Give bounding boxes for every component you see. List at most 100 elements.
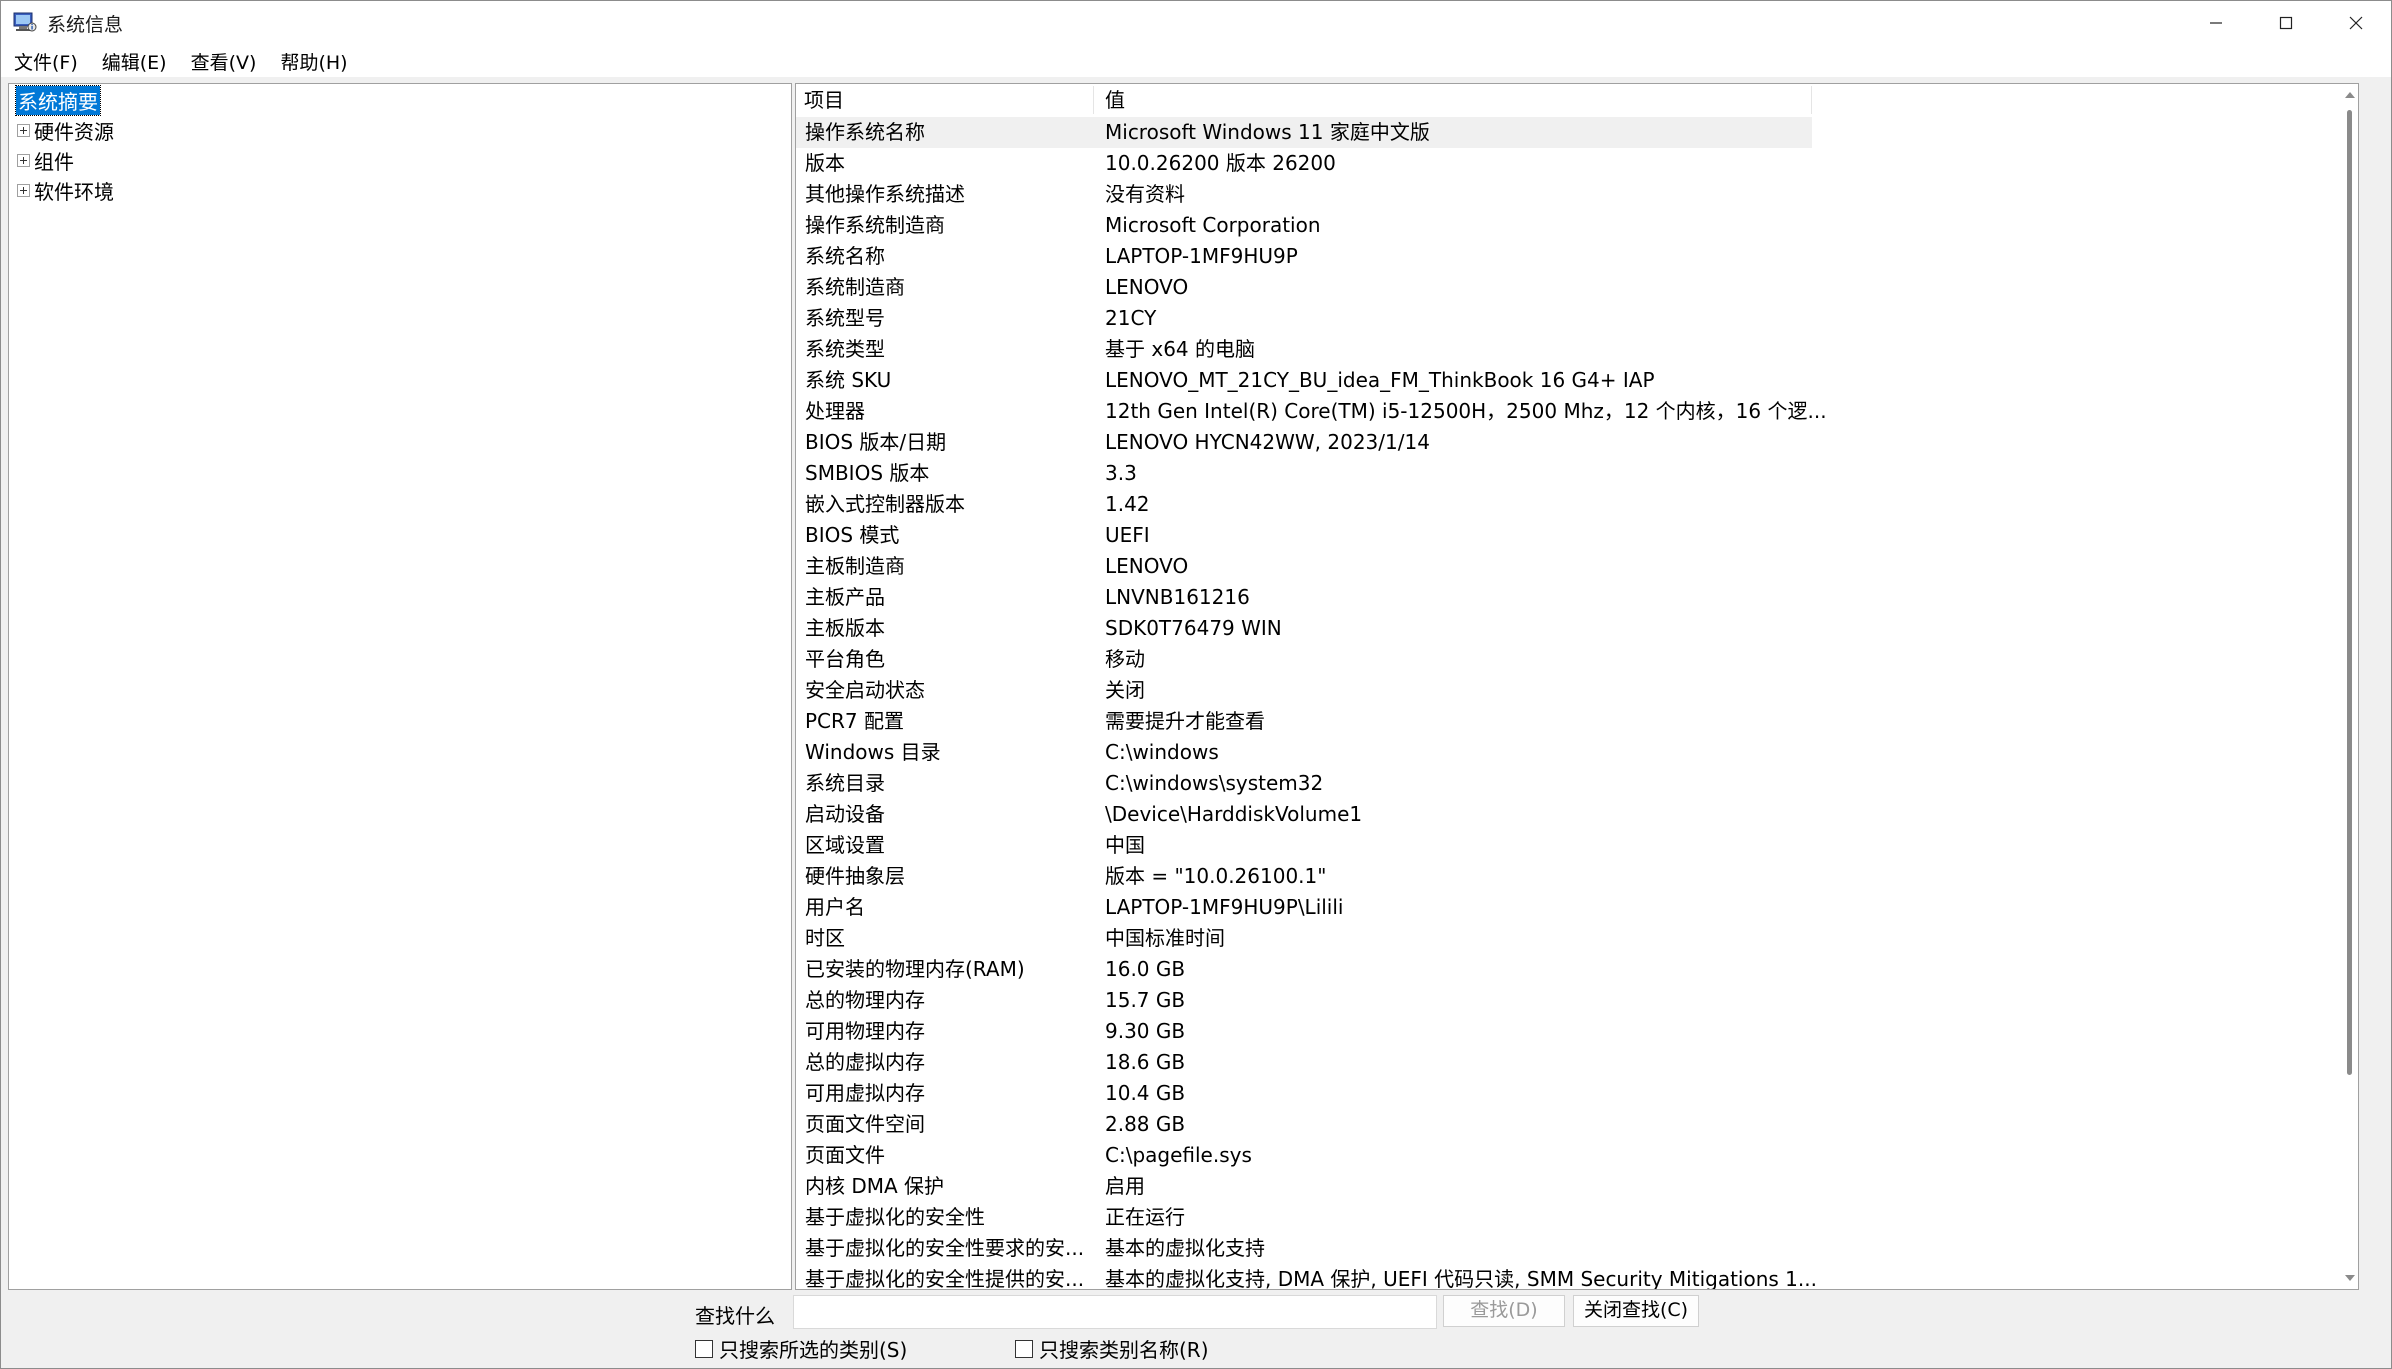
table-row[interactable]: 系统制造商 LENOVO — [796, 272, 2336, 303]
table-row[interactable]: 启动设备 \Device\HarddiskVolume1 — [796, 799, 2336, 830]
row-item-cell: 系统名称 — [805, 244, 885, 268]
expand-icon[interactable] — [17, 153, 30, 167]
table-row[interactable]: 操作系统制造商 Microsoft Corporation — [796, 210, 2336, 241]
menu-bar: 文件(F) 编辑(E) 查看(V) 帮助(H) — [1, 45, 2391, 77]
search-category-names-checkbox[interactable]: 只搜索类别名称(R) — [1015, 1334, 1209, 1363]
vertical-scrollbar[interactable] — [2341, 84, 2358, 1289]
scroll-up-icon[interactable] — [2345, 92, 2355, 98]
tree-item-system-summary[interactable]: 系统摘要 — [9, 84, 101, 116]
close-find-button[interactable]: 关闭查找(C) — [1573, 1295, 1699, 1327]
row-value-cell: C:\pagefile.sys — [1105, 1143, 1252, 1167]
column-header-item[interactable]: 项目 — [796, 84, 844, 116]
table-row[interactable]: 系统 SKU LENOVO_MT_21CY_BU_idea_FM_ThinkBoo… — [796, 365, 2336, 396]
find-button[interactable]: 查找(D) — [1443, 1295, 1565, 1327]
table-row[interactable]: 区域设置 中国 — [796, 830, 2336, 861]
row-value-cell: LNVNB161216 — [1105, 585, 1250, 609]
tree-item-software-environment[interactable]: 软件环境 — [9, 176, 114, 204]
checkbox-box[interactable] — [1015, 1339, 1033, 1358]
close-button[interactable] — [2321, 1, 2391, 45]
row-item-cell: 主板产品 — [805, 585, 885, 609]
row-item-cell: 页面文件空间 — [805, 1112, 925, 1136]
table-row[interactable]: 版本 10.0.26200 版本 26200 — [796, 148, 2336, 179]
row-value-cell: 中国 — [1105, 833, 1145, 857]
find-what-label: 查找什么 — [695, 1304, 775, 1328]
table-row[interactable]: 安全启动状态 关闭 — [796, 675, 2336, 706]
table-row[interactable]: 页面文件 C:\pagefile.sys — [796, 1140, 2336, 1171]
menu-file[interactable]: 文件(F) — [1, 45, 89, 77]
scroll-down-icon[interactable] — [2345, 1275, 2355, 1281]
list-header: 项目 值 — [796, 84, 1812, 116]
table-row[interactable]: PCR7 配置 需要提升才能查看 — [796, 706, 2336, 737]
row-item-cell: BIOS 模式 — [805, 523, 900, 547]
row-value-cell: 10.0.26200 版本 26200 — [1105, 151, 1336, 175]
table-row[interactable]: 系统名称 LAPTOP-1MF9HU9P — [796, 241, 2336, 272]
row-item-cell: 可用虚拟内存 — [805, 1081, 925, 1105]
row-value-cell: LENOVO_MT_21CY_BU_idea_FM_ThinkBook 16 G… — [1105, 368, 1655, 392]
table-row[interactable]: 平台角色 移动 — [796, 644, 2336, 675]
table-row[interactable]: BIOS 版本/日期 LENOVO HYCN42WW, 2023/1/14 — [796, 427, 2336, 458]
column-divider[interactable] — [1811, 86, 1812, 114]
table-row[interactable]: 可用物理内存 9.30 GB — [796, 1016, 2336, 1047]
expand-icon[interactable] — [17, 183, 30, 197]
row-item-cell: 主板版本 — [805, 616, 885, 640]
maximize-icon — [2279, 16, 2293, 30]
table-row[interactable]: 页面文件空间 2.88 GB — [796, 1109, 2336, 1140]
table-row[interactable]: 基于虚拟化的安全性 正在运行 — [796, 1202, 2336, 1233]
menu-view[interactable]: 查看(V) — [178, 45, 268, 77]
table-row[interactable]: 内核 DMA 保护 启用 — [796, 1171, 2336, 1202]
scrollbar-thumb[interactable] — [2347, 110, 2352, 1075]
row-item-cell: 已安装的物理内存(RAM) — [805, 957, 1025, 981]
tree-item-hardware-resources[interactable]: 硬件资源 — [9, 116, 114, 144]
details-list: 项目 值 操作系统名称 Microsoft Windows 11 家庭中文版 版本 1… — [795, 83, 2359, 1290]
table-row[interactable]: 处理器 12th Gen Intel(R) Core(TM) i5-12500H，… — [796, 396, 2336, 427]
minimize-button[interactable] — [2181, 1, 2251, 45]
table-row[interactable]: 操作系统名称 Microsoft Windows 11 家庭中文版 — [796, 117, 1812, 148]
row-value-cell: Microsoft Windows 11 家庭中文版 — [1105, 120, 1430, 144]
checkbox-box[interactable] — [695, 1339, 713, 1358]
row-item-cell: 平台角色 — [805, 647, 885, 671]
row-value-cell: LENOVO HYCN42WW, 2023/1/14 — [1105, 430, 1430, 454]
row-value-cell: 21CY — [1105, 306, 1157, 330]
table-row[interactable]: 基于虚拟化的安全性提供的安... 基本的虚拟化支持, DMA 保护, UEFI 代… — [796, 1264, 2336, 1289]
row-value-cell: 15.7 GB — [1105, 988, 1186, 1012]
tree-item-label: 软件环境 — [34, 179, 114, 204]
table-row[interactable]: SMBIOS 版本 3.3 — [796, 458, 2336, 489]
table-row[interactable]: 主板产品 LNVNB161216 — [796, 582, 2336, 613]
search-selected-category-checkbox[interactable]: 只搜索所选的类别(S) — [695, 1334, 907, 1363]
table-row[interactable]: 硬件抽象层 版本 = "10.0.26100.1" — [796, 861, 2336, 892]
column-header-value[interactable]: 值 — [1097, 84, 1125, 116]
row-value-cell: SDK0T76479 WIN — [1105, 616, 1282, 640]
row-value-cell: 3.3 — [1105, 461, 1137, 485]
column-divider[interactable] — [1093, 86, 1094, 114]
row-value-cell: 1.42 — [1105, 492, 1150, 516]
row-item-cell: 可用物理内存 — [805, 1019, 925, 1043]
table-row[interactable]: 主板版本 SDK0T76479 WIN — [796, 613, 2336, 644]
table-row[interactable]: 系统型号 21CY — [796, 303, 2336, 334]
category-tree: 系统摘要 硬件资源 组件 软件环境 — [8, 83, 792, 1290]
row-value-cell: 需要提升才能查看 — [1105, 709, 1265, 733]
row-value-cell: LENOVO — [1105, 554, 1189, 578]
table-row[interactable]: 总的物理内存 15.7 GB — [796, 985, 2336, 1016]
expand-icon[interactable] — [17, 123, 30, 137]
maximize-button[interactable] — [2251, 1, 2321, 45]
row-item-cell: 操作系统制造商 — [805, 213, 945, 237]
table-row[interactable]: 基于虚拟化的安全性要求的安... 基本的虚拟化支持 — [796, 1233, 2336, 1264]
menu-help[interactable]: 帮助(H) — [267, 45, 358, 77]
table-row[interactable]: 其他操作系统描述 没有资料 — [796, 179, 2336, 210]
table-row[interactable]: 已安装的物理内存(RAM) 16.0 GB — [796, 954, 2336, 985]
table-row[interactable]: 总的虚拟内存 18.6 GB — [796, 1047, 2336, 1078]
row-item-cell: 系统型号 — [805, 306, 885, 330]
table-row[interactable]: 嵌入式控制器版本 1.42 — [796, 489, 2336, 520]
table-row[interactable]: 可用虚拟内存 10.4 GB — [796, 1078, 2336, 1109]
tree-item-components[interactable]: 组件 — [9, 146, 74, 174]
table-row[interactable]: 系统目录 C:\windows\system32 — [796, 768, 2336, 799]
table-row[interactable]: Windows 目录 C:\windows — [796, 737, 2336, 768]
find-input[interactable] — [793, 1295, 1437, 1329]
menu-edit[interactable]: 编辑(E) — [89, 45, 178, 77]
row-item-cell: SMBIOS 版本 — [805, 461, 930, 485]
table-row[interactable]: 时区 中国标准时间 — [796, 923, 2336, 954]
table-row[interactable]: 用户名 LAPTOP-1MF9HU9P\Lilili — [796, 892, 2336, 923]
table-row[interactable]: 主板制造商 LENOVO — [796, 551, 2336, 582]
table-row[interactable]: BIOS 模式 UEFI — [796, 520, 2336, 551]
table-row[interactable]: 系统类型 基于 x64 的电脑 — [796, 334, 2336, 365]
